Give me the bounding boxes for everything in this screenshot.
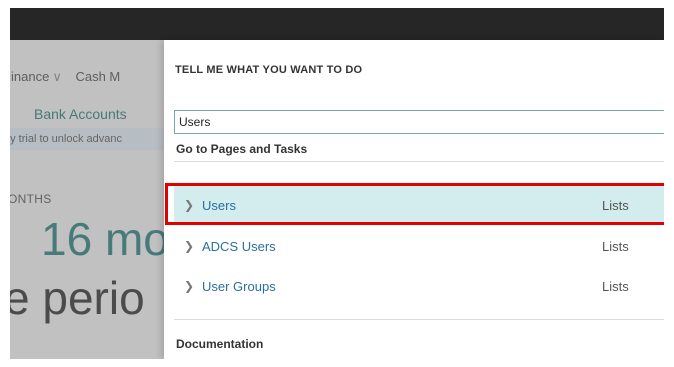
section-pages-title: Go to Pages and Tasks: [176, 142, 308, 156]
result-category: Lists: [602, 239, 629, 254]
modal-overlay: [10, 40, 164, 359]
result-category: Lists: [602, 198, 629, 213]
result-label: User Groups: [202, 279, 276, 294]
section-divider: [174, 319, 664, 320]
section-divider: [174, 161, 664, 162]
result-label: Users: [202, 198, 236, 213]
chevron-right-icon: ❯: [184, 279, 195, 293]
section-docs-title: Documentation: [176, 337, 264, 351]
app-frame: inance ∨ Cash M Bank Accounts ay trial to…: [10, 8, 664, 359]
chevron-right-icon: ❯: [184, 198, 195, 212]
panel-title: TELL ME WHAT YOU WANT TO DO: [175, 64, 363, 76]
tell-me-search-input[interactable]: [174, 110, 664, 134]
tell-me-panel: TELL ME WHAT YOU WANT TO DO Go to Pages …: [164, 40, 664, 359]
result-row-adcs-users[interactable]: ❯ ADCS Users Lists: [174, 227, 664, 264]
chevron-right-icon: ❯: [184, 239, 195, 253]
result-row-user-groups[interactable]: ❯ User Groups Lists: [174, 267, 664, 304]
result-category: Lists: [602, 279, 629, 294]
result-label: ADCS Users: [202, 239, 276, 254]
result-row-users[interactable]: ❯ Users Lists: [174, 186, 664, 223]
top-bar: [10, 8, 664, 40]
